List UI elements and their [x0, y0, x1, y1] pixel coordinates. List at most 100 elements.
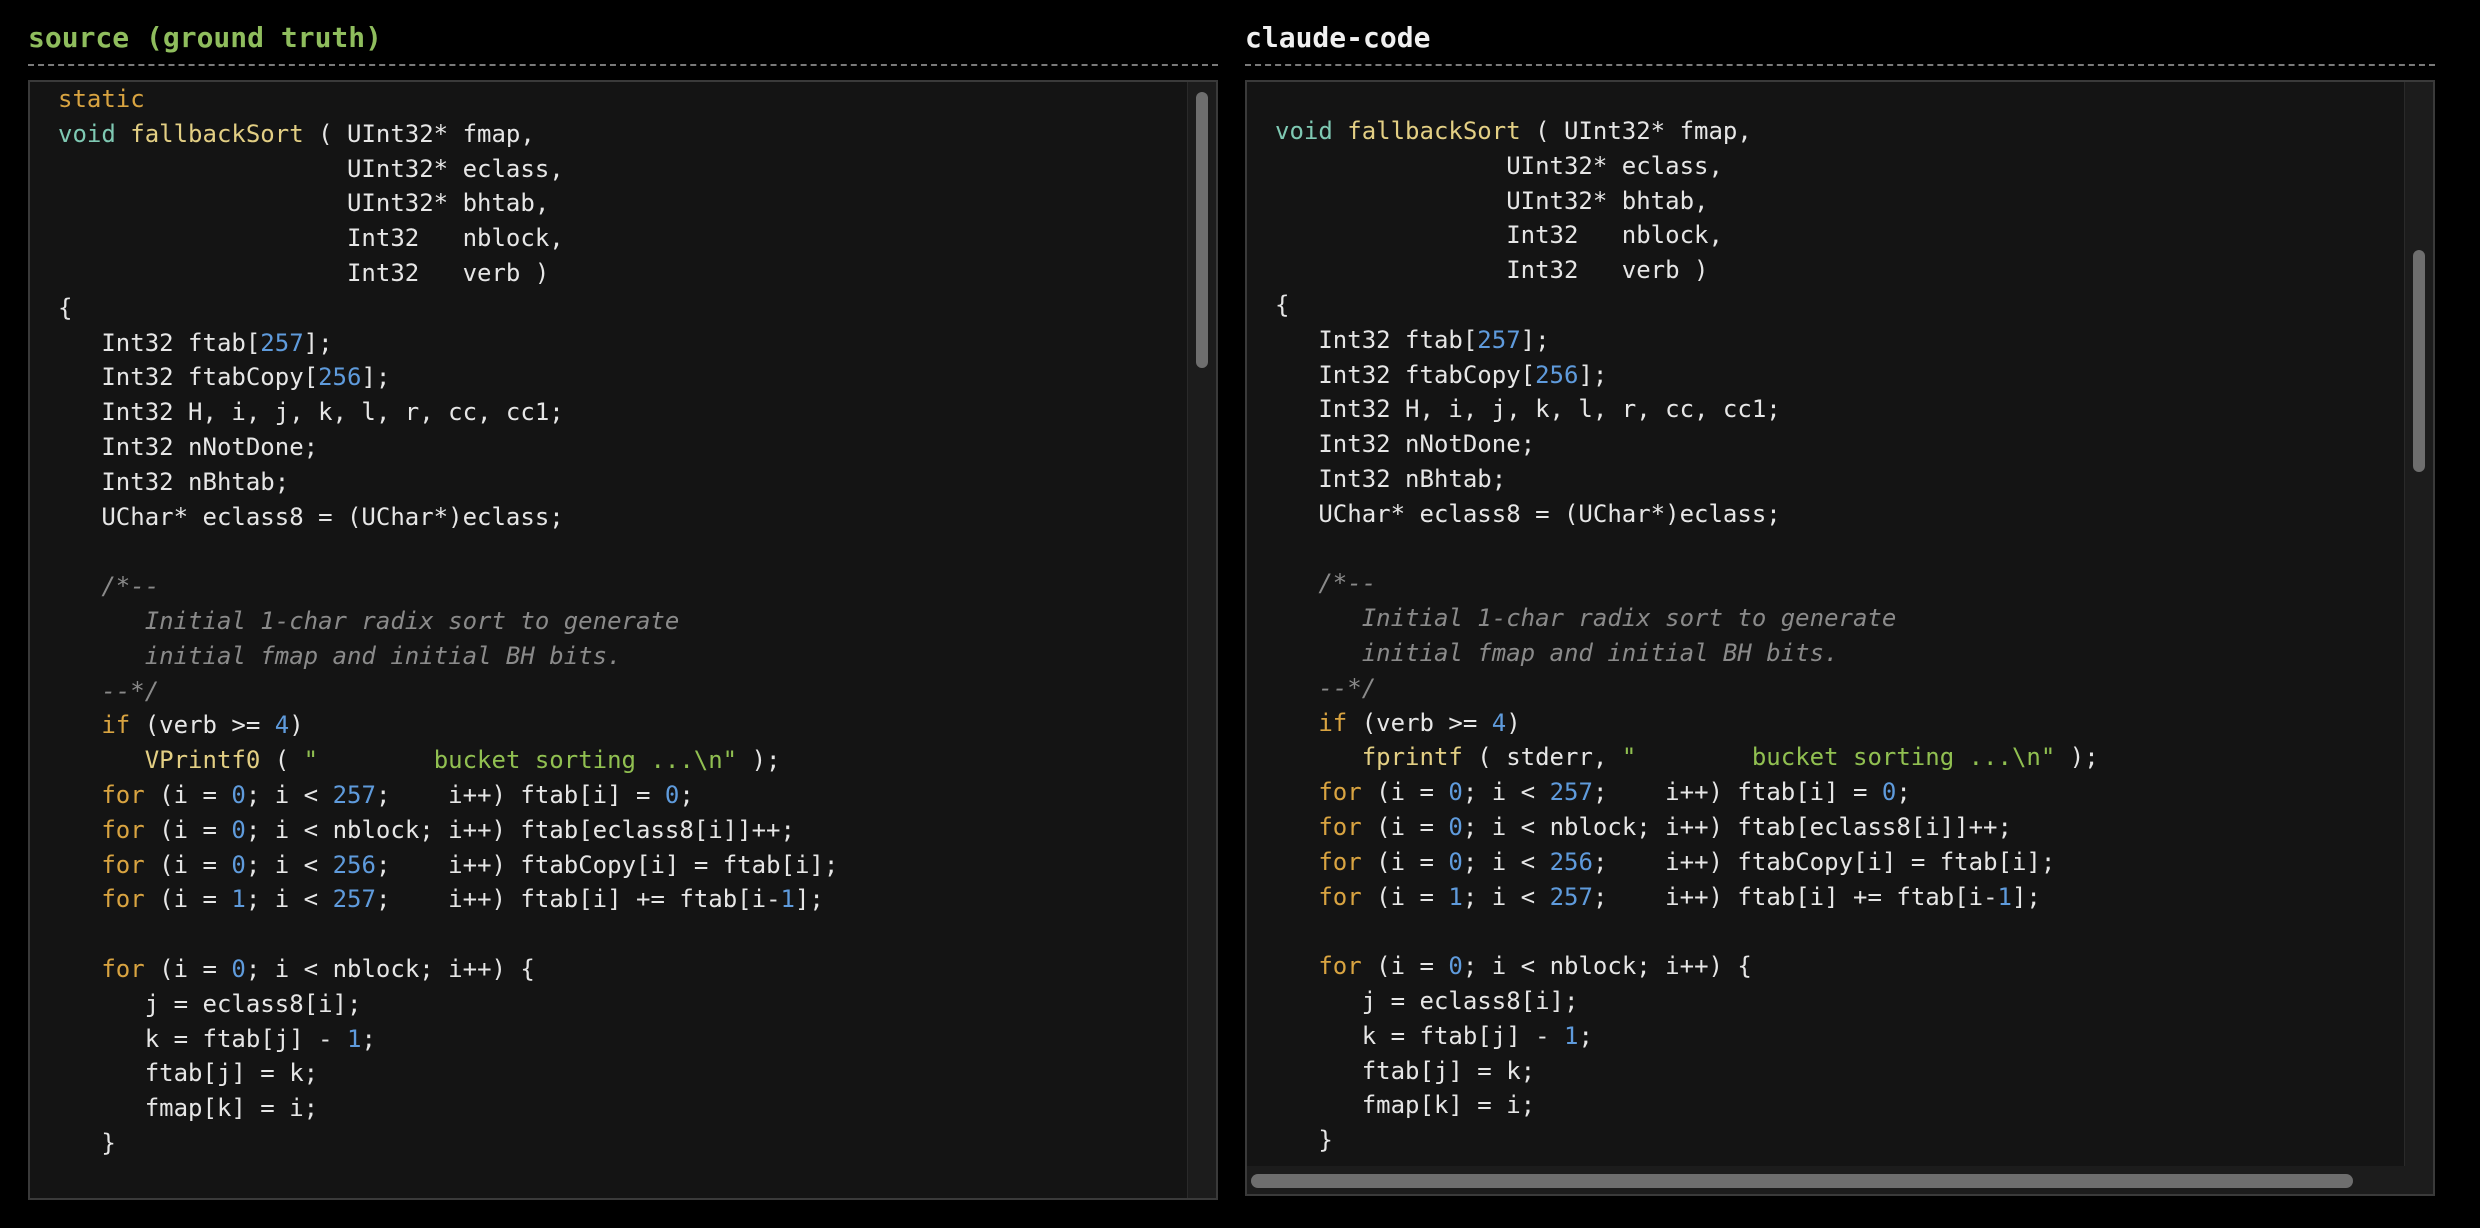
code-token: ; i++) ftabCopy[i] = ftab[i];: [1592, 847, 2056, 876]
code-token: 256: [332, 850, 376, 879]
code-token: (i =: [144, 850, 232, 879]
code-line: static: [58, 85, 145, 113]
code-token: ftab[j] = k;: [1275, 1056, 1536, 1085]
code-line: Int32 ftab[257];: [1275, 325, 1550, 354]
code-token: if: [1318, 708, 1348, 737]
code-token: ;: [1896, 778, 1911, 807]
claude-code-vertical-scrollbar[interactable]: [2404, 82, 2433, 1166]
code-line: Int32 nblock,: [1275, 221, 1723, 249]
code-token: ;: [1578, 1021, 1593, 1050]
code-token: Int32 H, i, j, k, l, r, cc, cc1;: [1275, 395, 1781, 424]
code-line: Int32 verb ): [1275, 256, 1708, 284]
code-token: 0: [664, 780, 680, 809]
code-token: ; i <: [245, 850, 333, 879]
source-pane-divider: [28, 64, 1218, 66]
code-token: (verb >=: [1347, 708, 1492, 737]
source-pane-title: source (ground truth): [28, 21, 383, 54]
claude-code-horizontal-scrollbar[interactable]: [1247, 1166, 2433, 1194]
code-token: 0: [1448, 952, 1463, 981]
code-token: 0: [1881, 778, 1897, 807]
code-token: for: [101, 780, 145, 809]
code-line: for (i = 0; i < nblock; i++) ftab[eclass…: [1275, 813, 2012, 841]
claude-code-horizontal-scroll-thumb[interactable]: [1251, 1174, 2353, 1188]
code-token: ];: [1520, 325, 1550, 354]
code-token: /*--: [1275, 569, 1377, 598]
code-line: Int32 nblock,: [58, 224, 564, 252]
code-line: for (i = 0; i < 257; i++) ftab[i] = 0;: [1275, 778, 1911, 807]
code-token: {: [58, 293, 73, 322]
code-token: }: [1275, 1126, 1333, 1155]
code-token: ): [1506, 708, 1521, 737]
code-token: ];: [2011, 882, 2041, 911]
code-line: if (verb >= 4): [58, 711, 303, 740]
code-token: }: [58, 1128, 116, 1157]
code-line: Int32 ftabCopy[256];: [58, 363, 390, 391]
code-line: nBhtab = 2 + (nblock / 32);: [58, 1199, 491, 1201]
code-token: for: [101, 850, 145, 879]
code-line: fmap[k] = i;: [1275, 1091, 1535, 1119]
source-vertical-scrollbar[interactable]: [1187, 82, 1216, 1198]
code-token: initial fmap and initial BH bits.: [58, 641, 622, 670]
code-token: Int32 verb ): [1275, 256, 1709, 285]
code-line: for (i = 0; i < nblock; i++) {: [1275, 952, 1752, 980]
code-token: ; i < nblock; i++) ftab[eclass8[i]]++;: [1462, 812, 2012, 841]
code-token: --*/: [1275, 673, 1377, 702]
code-line: fprintf ( stderr, " bucket sorting ...\n…: [1275, 743, 2099, 771]
code-token: Initial 1-char radix sort to generate: [1275, 604, 1897, 633]
code-token: ftab[j] = k;: [58, 1059, 319, 1088]
code-line: void fallbackSort ( UInt32* fmap,: [58, 120, 535, 148]
code-token: ; i <: [245, 885, 333, 914]
code-line: }: [1275, 1126, 1333, 1155]
source-vertical-scroll-thumb[interactable]: [1196, 92, 1208, 368]
code-line: k = ftab[j] - 1;: [1275, 1022, 1593, 1050]
code-token: 257: [1549, 778, 1593, 807]
code-line: for (i = 1; i < 257; i++) ftab[i] += fta…: [58, 885, 824, 913]
code-token: 1: [1448, 882, 1463, 911]
code-token: /*--: [58, 572, 160, 601]
code-token: Int32 nBhtab;: [58, 467, 290, 496]
code-token: ; i < nblock; i++) ftab[eclass8[i]]++;: [245, 815, 795, 844]
code-line: Int32 ftabCopy[256];: [1275, 361, 1607, 389]
code-token: Int32 nNotDone;: [1275, 430, 1536, 459]
code-token: void: [1275, 117, 1333, 145]
code-token: nBhtab = 2 + (nblock / 32);: [58, 1199, 491, 1201]
code-token: for: [101, 815, 145, 844]
claude-code-viewer[interactable]: void fallbackSort ( UInt32* fmap, UInt32…: [1245, 80, 2435, 1196]
code-token: 257: [332, 885, 376, 914]
code-token: j = eclass8[i];: [1275, 986, 1579, 1015]
code-line: {: [1275, 291, 1289, 319]
code-token: static: [58, 85, 145, 113]
code-line: Int32 nNotDone;: [1275, 430, 1535, 458]
code-token: Initial 1-char radix sort to generate: [58, 606, 680, 635]
code-line: UChar* eclass8 = (UChar*)eclass;: [1275, 500, 1780, 528]
code-token: for: [1318, 812, 1362, 841]
code-token: ; i++) ftab[i] =: [375, 780, 665, 809]
code-token: Int32 nNotDone;: [58, 432, 319, 461]
code-line: Int32 ftab[257];: [58, 328, 332, 357]
code-token: (i =: [144, 780, 232, 809]
code-token: (verb >=: [130, 711, 275, 740]
code-token: );: [2055, 743, 2099, 772]
claude-code-vertical-scroll-thumb[interactable]: [2413, 250, 2425, 472]
code-token: 1: [346, 1024, 362, 1053]
code-token: (: [260, 746, 304, 775]
code-line: k = ftab[j] - 1;: [58, 1025, 376, 1053]
code-token: fprintf: [1361, 743, 1463, 772]
code-token: j = eclass8[i];: [58, 989, 362, 1018]
code-token: k = ftab[j] -: [58, 1024, 347, 1053]
code-token: 257: [260, 328, 304, 357]
source-code-viewer[interactable]: static void fallbackSort ( UInt32* fmap,…: [28, 80, 1218, 1200]
code-token: ( stderr,: [1462, 743, 1622, 772]
code-token: for: [101, 885, 145, 914]
code-token: VPrintf0: [144, 746, 261, 775]
code-line: ftab[j] = k;: [1275, 1057, 1535, 1085]
